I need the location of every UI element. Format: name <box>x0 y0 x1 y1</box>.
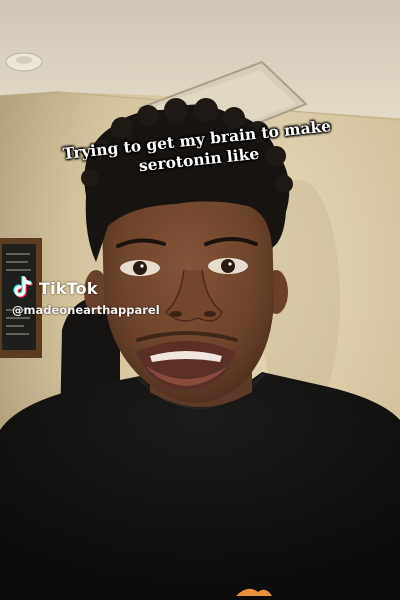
smoke-detector-center <box>16 56 32 64</box>
left-nostril <box>170 311 182 317</box>
right-iris <box>221 259 235 273</box>
tiktok-brand-label: TikTok <box>39 278 98 298</box>
video-frame: Trying to get my brain to make serotonin… <box>0 0 400 600</box>
creator-handle: @madeonearthapparel <box>12 303 160 317</box>
tiktok-watermark: TikTok @madeonearthapparel <box>12 276 160 317</box>
tiktok-logo-icon <box>13 276 33 298</box>
right-nostril <box>204 311 216 317</box>
left-eye-glint <box>140 264 144 268</box>
left-iris <box>133 261 147 275</box>
right-eye-glint <box>228 262 232 266</box>
